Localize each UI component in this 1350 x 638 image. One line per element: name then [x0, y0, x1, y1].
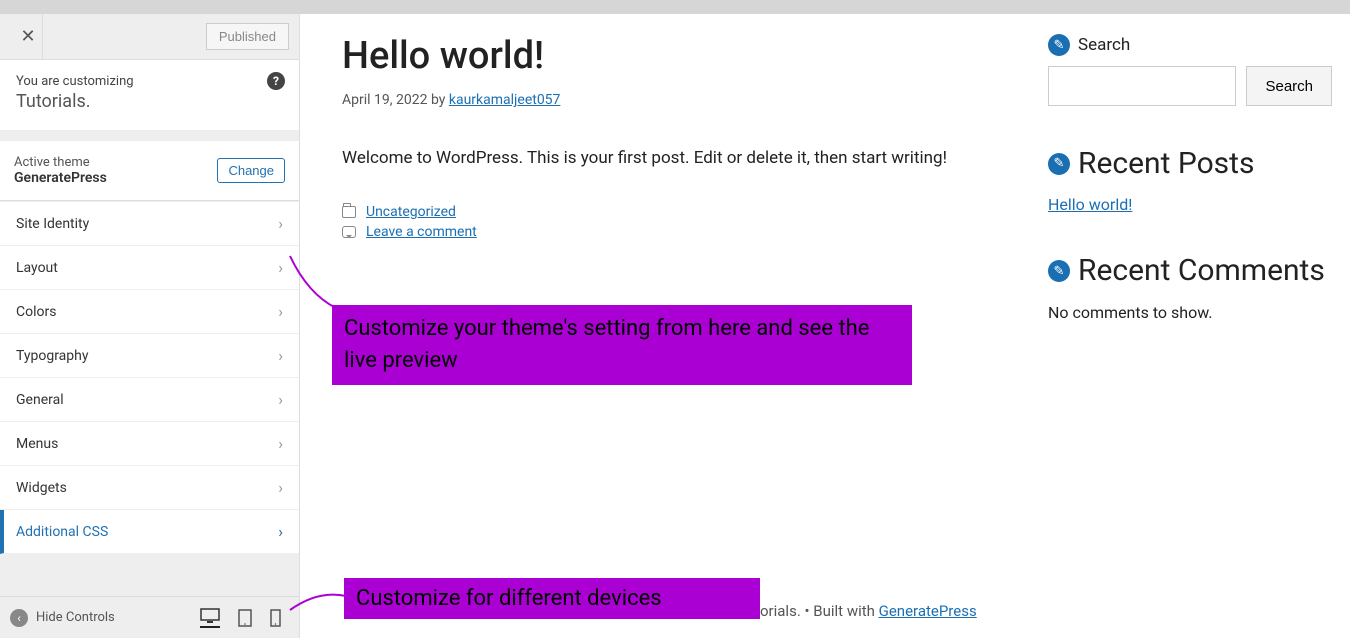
- section-typography[interactable]: Typography ›: [0, 334, 299, 378]
- section-site-identity[interactable]: Site Identity ›: [0, 202, 299, 246]
- site-credit: orials. • Built with GeneratePress: [760, 602, 977, 620]
- section-menus[interactable]: Menus ›: [0, 422, 299, 466]
- folder-icon: [342, 206, 356, 218]
- section-label: Additional CSS: [16, 524, 108, 540]
- theme-label: Active theme: [14, 155, 107, 170]
- widget-title: Recent Comments: [1078, 254, 1325, 289]
- edit-widget-icon[interactable]: ✎: [1048, 260, 1070, 282]
- chevron-right-icon: ›: [278, 478, 283, 497]
- section-label: Layout: [16, 260, 58, 276]
- annotation-device-preview: Customize for different devices: [344, 578, 760, 619]
- close-icon[interactable]: ✕: [10, 19, 46, 55]
- device-preview-toggle: [200, 608, 289, 628]
- arrow-left-icon: ‹: [10, 609, 28, 627]
- section-label: Menus: [16, 436, 58, 452]
- section-label: Site Identity: [16, 216, 89, 232]
- edit-widget-icon[interactable]: ✎: [1048, 34, 1070, 56]
- widget-title: Recent Posts: [1078, 146, 1254, 181]
- device-tablet-icon[interactable]: [238, 608, 252, 628]
- chevron-right-icon: ›: [278, 522, 283, 541]
- no-comments-text: No comments to show.: [1048, 303, 1332, 322]
- device-desktop-icon[interactable]: [200, 608, 220, 628]
- widget-search: ✎ Search Search: [1048, 34, 1332, 106]
- post-meta: April 19, 2022 by kaurkamaljeet057: [342, 92, 1040, 108]
- edit-widget-icon[interactable]: ✎: [1048, 153, 1070, 175]
- sidebar-header: ✕ Published: [0, 14, 299, 60]
- chevron-right-icon: ›: [278, 214, 283, 233]
- post-title: Hello world!: [342, 34, 1040, 78]
- hide-controls-label: Hide Controls: [36, 610, 115, 625]
- annotation-customize-theme: Customize your theme's setting from here…: [332, 305, 912, 385]
- preview-sidebar: ✎ Search Search ✎ Recent Posts Hello wor…: [1040, 14, 1350, 638]
- section-label: Colors: [16, 304, 56, 320]
- search-button[interactable]: Search: [1246, 66, 1332, 106]
- post-body: Welcome to WordPress. This is your first…: [342, 148, 1040, 168]
- section-general[interactable]: General ›: [0, 378, 299, 422]
- change-theme-button[interactable]: Change: [217, 158, 285, 183]
- widget-recent-posts: ✎ Recent Posts Hello world!: [1048, 146, 1332, 214]
- chevron-right-icon: ›: [278, 346, 283, 365]
- hide-controls-button[interactable]: ‹ Hide Controls: [10, 609, 115, 627]
- post-author-link[interactable]: kaurkamaljeet057: [449, 92, 561, 108]
- post-date: April 19, 2022: [342, 92, 427, 108]
- divider: [42, 14, 43, 60]
- customizer-sidebar: ✕ Published You are customizing Tutorial…: [0, 14, 300, 638]
- search-input[interactable]: [1048, 66, 1236, 106]
- recent-post-link[interactable]: Hello world!: [1048, 195, 1132, 214]
- chevron-right-icon: ›: [278, 258, 283, 277]
- browser-topbar: [0, 0, 1350, 14]
- chevron-right-icon: ›: [278, 390, 283, 409]
- active-theme-panel: Active theme GeneratePress Change: [0, 140, 299, 201]
- widget-recent-comments: ✎ Recent Comments No comments to show.: [1048, 254, 1332, 322]
- publish-status-button[interactable]: Published: [206, 23, 289, 50]
- section-colors[interactable]: Colors ›: [0, 290, 299, 334]
- chevron-right-icon: ›: [278, 434, 283, 453]
- context-panel: You are customizing Tutorials. ?: [0, 60, 299, 130]
- widget-title: Search: [1078, 35, 1130, 55]
- section-layout[interactable]: Layout ›: [0, 246, 299, 290]
- section-additional-css[interactable]: Additional CSS ›: [0, 510, 299, 554]
- sidebar-footer: ‹ Hide Controls: [0, 596, 299, 638]
- theme-name: GeneratePress: [14, 170, 107, 186]
- credit-link[interactable]: GeneratePress: [879, 602, 977, 620]
- post-entry-footer: Uncategorized Leave a comment: [342, 204, 1040, 240]
- credit-text: orials. • Built with: [760, 602, 879, 620]
- device-mobile-icon[interactable]: [270, 608, 281, 628]
- section-widgets[interactable]: Widgets ›: [0, 466, 299, 510]
- customizer-sections: Site Identity › Layout › Colors › Typogr…: [0, 201, 299, 554]
- comment-icon: [342, 226, 356, 238]
- section-label: General: [16, 392, 64, 408]
- context-prefix: You are customizing: [16, 74, 283, 89]
- leave-comment-link[interactable]: Leave a comment: [366, 224, 477, 240]
- post-category-link[interactable]: Uncategorized: [366, 204, 456, 220]
- help-icon[interactable]: ?: [267, 72, 285, 90]
- context-site-name: Tutorials.: [16, 91, 283, 112]
- section-label: Typography: [16, 348, 88, 364]
- post-by-label: by: [431, 92, 445, 108]
- section-label: Widgets: [16, 480, 67, 496]
- chevron-right-icon: ›: [278, 302, 283, 321]
